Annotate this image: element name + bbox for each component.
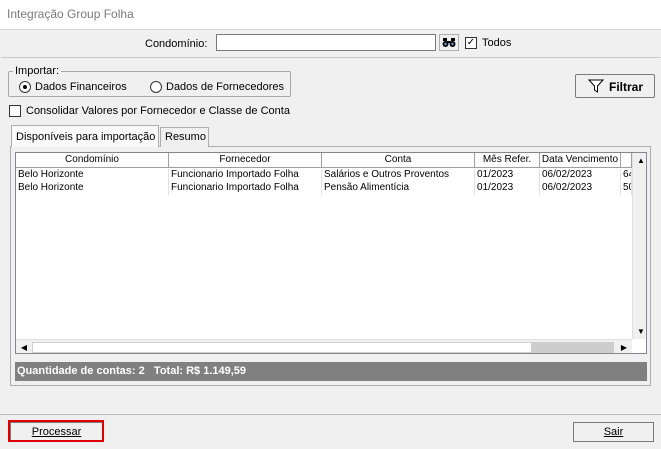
import-grid[interactable]: Condomínio Fornecedor Conta Mês Refer. D… (15, 152, 647, 354)
dados-financeiros-label[interactable]: Dados Financeiros (35, 81, 127, 93)
vertical-scroll-track[interactable] (635, 169, 646, 321)
condominio-input[interactable] (216, 34, 436, 51)
table-row[interactable]: Belo Horizonte Funcionario Importado Fol… (16, 169, 632, 182)
tab-resumo[interactable]: Resumo (160, 127, 209, 147)
scroll-up-icon[interactable]: ▲ (633, 153, 646, 168)
todos-checkbox[interactable]: ✓ (465, 37, 477, 49)
column-header-extra[interactable] (621, 153, 632, 168)
dados-fornecedores-radio[interactable] (150, 81, 162, 93)
cell-valor: 50 (621, 182, 632, 195)
todos-label: Todos (482, 37, 512, 49)
cell-data-vencimento: 06/02/2023 (540, 169, 621, 182)
filtrar-button[interactable]: Filtrar (575, 74, 655, 98)
horizontal-scroll-track[interactable] (32, 342, 532, 353)
column-header-mes-refer[interactable]: Mês Refer. (475, 153, 540, 168)
cell-mes-refer: 01/2023 (475, 182, 540, 195)
radio-dot-icon (23, 85, 27, 89)
cell-valor: 64 (621, 169, 632, 182)
funnel-icon (588, 79, 604, 93)
cell-data-vencimento: 06/02/2023 (540, 182, 621, 195)
cell-condominio: Belo Horizonte (16, 169, 169, 182)
horizontal-scrollbar[interactable]: ◀ ▶ (16, 339, 632, 353)
dados-financeiros-radio[interactable] (19, 81, 31, 93)
cell-condominio: Belo Horizonte (16, 182, 169, 195)
table-row[interactable]: Belo Horizonte Funcionario Importado Fol… (16, 182, 632, 195)
binoculars-icon (442, 38, 456, 47)
importar-legend: Importar: (13, 65, 62, 77)
tab-disponiveis[interactable]: Disponíveis para importação (11, 125, 159, 147)
sair-label: Sair (603, 426, 624, 438)
summary-bar: Quantidade de contas: 2 Total: R$ 1.149,… (15, 362, 647, 381)
dados-fornecedores-label[interactable]: Dados de Fornecedores (166, 81, 284, 93)
scroll-left-icon[interactable]: ◀ (16, 340, 32, 353)
consolidar-checkbox[interactable] (9, 105, 21, 117)
highlight-box (8, 420, 104, 442)
title-bar: Integração Group Folha (0, 0, 661, 30)
column-header-condominio[interactable]: Condomínio (16, 153, 169, 168)
scroll-right-icon[interactable]: ▶ (616, 340, 632, 353)
condominio-label: Condomínio: (145, 38, 208, 50)
scroll-down-icon[interactable]: ▼ (633, 324, 646, 339)
column-header-data-vencimento[interactable]: Data Vencimento (540, 153, 621, 168)
search-button[interactable] (439, 34, 459, 51)
cell-fornecedor: Funcionario Importado Folha (169, 182, 322, 195)
vertical-scrollbar[interactable]: ▲ ▼ (632, 153, 646, 339)
consolidar-label[interactable]: Consolidar Valores por Fornecedor e Clas… (26, 105, 290, 117)
column-header-conta[interactable]: Conta (322, 153, 475, 168)
sair-button[interactable]: Sair (573, 422, 654, 442)
summary-text: Quantidade de contas: 2 Total: R$ 1.149,… (17, 365, 247, 377)
cell-mes-refer: 01/2023 (475, 169, 540, 182)
filtrar-label: Filtrar (609, 80, 644, 94)
checkmark-icon: ✓ (466, 37, 476, 48)
column-header-fornecedor[interactable]: Fornecedor (169, 153, 322, 168)
cell-conta: Pensão Alimentícia (322, 182, 475, 195)
cell-conta: Salários e Outros Proventos (322, 169, 475, 182)
cell-fornecedor: Funcionario Importado Folha (169, 169, 322, 182)
horizontal-scroll-thumb[interactable] (532, 342, 614, 353)
window-title: Integração Group Folha (7, 7, 134, 21)
